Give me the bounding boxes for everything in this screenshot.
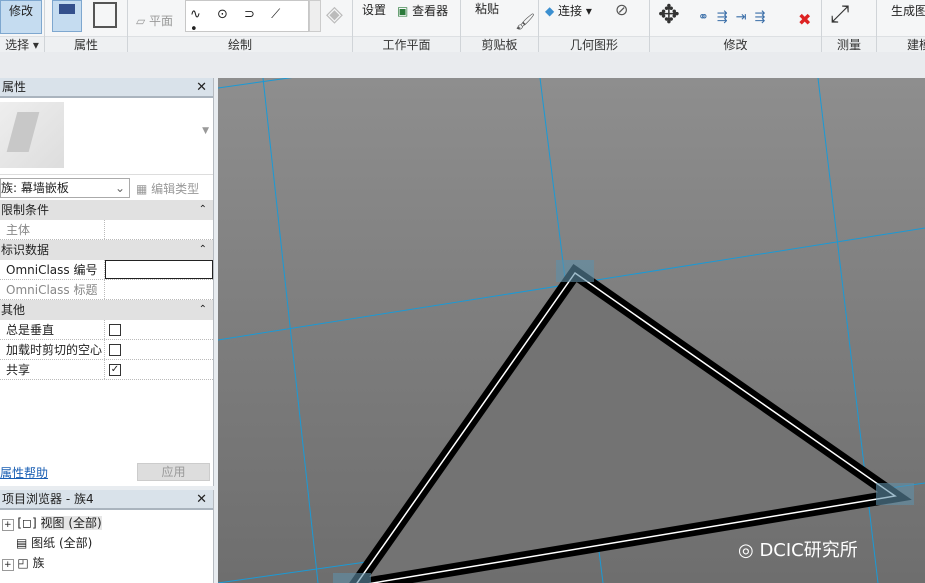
draw-gallery[interactable]: ∿ ⊙ ⊃ ⟋ • — [185, 0, 309, 37]
properties-help-link[interactable]: 属性帮助 — [0, 464, 48, 481]
group-label: 测量 — [822, 36, 876, 52]
group-label: 几何图形 — [539, 36, 649, 52]
group-draw: ▱ 平面 ∿ ⊙ ⊃ ⟋ • ◈ 绘制 — [128, 0, 353, 52]
ribbon: 修改 选择 ▾ 属性 ▱ 平面 ∿ ⊙ ⊃ ⟋ • ◈ 绘制 设置 ▣ 查看器 … — [0, 0, 925, 52]
group-label: 绘制 — [128, 36, 352, 52]
join-icon: ◆ — [545, 4, 559, 18]
watermark: ◎ DCIC研究所 — [738, 540, 858, 561]
property-row: 总是垂直 — [0, 320, 213, 340]
create-button[interactable]: 生成图 — [891, 2, 925, 19]
group-label: 属性 — [45, 36, 127, 52]
property-row: OmniClass 编号 — [0, 260, 213, 280]
property-row: 共享 ✓ — [0, 360, 213, 380]
properties-panel: 属性 ✕ ▼ 族: 幕墙嵌板 ⌄ ▦ 编辑类型 限制条件 ⌃ 主体 标识数据 ⌃ Omn… — [0, 78, 214, 486]
property-row: 主体 — [0, 220, 213, 240]
tree-item-views[interactable]: + [◻] 视图 (全部) — [2, 513, 102, 533]
set-button[interactable]: 设置 — [362, 1, 386, 18]
panel-title: 项目浏览器 - 族4 — [2, 492, 94, 506]
section-identity[interactable]: 标识数据 ⌃ — [0, 240, 213, 260]
group-workplane: 设置 ▣ 查看器 工作平面 — [353, 0, 461, 52]
move-icon[interactable]: ✥ — [658, 0, 680, 30]
section-constraints[interactable]: 限制条件 ⌃ — [0, 200, 213, 220]
expand-icon[interactable]: + — [2, 519, 14, 531]
reference-line — [262, 78, 319, 583]
cut-icon[interactable]: ⊘ — [615, 0, 628, 19]
plane-tool[interactable]: ▱ 平面 — [136, 12, 173, 29]
tree-item-families[interactable]: + ◰ 族 — [2, 553, 45, 573]
views-icon: [◻] — [17, 516, 37, 530]
property-row: OmniClass 标题 — [0, 280, 213, 300]
group-label: 剪贴板 — [461, 36, 538, 52]
group-label: 工作平面 — [353, 36, 460, 52]
edit-type-button[interactable]: ▦ 编辑类型 — [136, 180, 199, 197]
group-geometry: ◆ 连接 ▾ ⊘ 几何图形 — [539, 0, 650, 52]
collapse-icon[interactable]: ⌃ — [199, 200, 207, 220]
project-browser: 项目浏览器 - 族4 ✕ + [◻] 视图 (全部) ▤ 图纸 (全部) + ◰ … — [0, 490, 214, 583]
model-view — [218, 78, 925, 583]
wechat-icon: ◎ — [738, 540, 760, 561]
tree-item-sheets[interactable]: ▤ 图纸 (全部) — [16, 533, 92, 553]
workplane-icon[interactable]: ◈ — [326, 2, 343, 27]
type-selector[interactable]: ▼ — [0, 98, 213, 174]
tab-strip — [0, 52, 925, 78]
measure-icon[interactable]: ⤢ — [830, 0, 849, 28]
select-dropdown[interactable]: 选择 ▾ — [0, 36, 44, 52]
viewer-icon: ▣ — [397, 4, 413, 18]
type-properties-icon[interactable] — [93, 2, 117, 28]
modify-tools-icon[interactable]: ⚭⇶⇥⇶ — [698, 10, 774, 25]
expand-icon[interactable]: + — [2, 559, 14, 571]
gallery-scroll[interactable] — [309, 0, 321, 32]
chevron-down-icon[interactable]: ▼ — [202, 126, 209, 136]
modify-button[interactable]: 修改 — [0, 0, 42, 34]
sheets-icon: ▤ — [16, 536, 28, 550]
apply-button[interactable]: 应用 — [137, 463, 210, 481]
panel-title: 属性 — [2, 80, 27, 94]
group-select: 修改 选择 ▾ — [0, 0, 45, 52]
join-button[interactable]: ◆ 连接 ▾ — [545, 2, 592, 19]
drawing-canvas[interactable]: ◎ DCIC研究所 — [218, 78, 925, 583]
plane-icon: ▱ — [136, 14, 150, 28]
collapse-icon[interactable]: ⌃ — [199, 300, 207, 320]
match-properties-icon[interactable]: 🖌 — [515, 12, 535, 31]
properties-button[interactable] — [52, 0, 82, 32]
omniclass-number-input[interactable] — [105, 260, 213, 279]
group-modify: ✥ ⚭⇶⇥⇶ ✖ 修改 — [650, 0, 822, 52]
delete-icon[interactable]: ✖ — [798, 10, 811, 29]
cut-void-checkbox[interactable] — [109, 344, 121, 356]
viewer-button[interactable]: ▣ 查看器 — [397, 2, 448, 19]
family-select[interactable]: 族: 幕墙嵌板 ⌄ — [0, 178, 130, 198]
group-create: 生成图 建模 — [877, 0, 925, 52]
group-clipboard: 粘贴 🖌 剪贴板 — [461, 0, 539, 52]
collapse-icon[interactable]: ⌃ — [199, 240, 207, 260]
close-icon[interactable]: ✕ — [196, 78, 207, 97]
type-preview-image — [0, 102, 64, 168]
shared-checkbox[interactable]: ✓ — [109, 364, 121, 376]
edit-type-icon: ▦ — [136, 182, 152, 196]
close-icon[interactable]: ✕ — [196, 490, 207, 509]
paste-button[interactable]: 粘贴 — [475, 0, 499, 17]
group-label: 修改 — [650, 36, 821, 52]
group-label: 建模 — [877, 36, 925, 52]
property-row: 加载时剪切的空心 — [0, 340, 213, 360]
families-icon: ◰ — [17, 556, 29, 570]
section-other[interactable]: 其他 ⌃ — [0, 300, 213, 320]
group-properties: 属性 — [45, 0, 128, 52]
always-vertical-checkbox[interactable] — [109, 324, 121, 336]
group-measure: ⤢ 测量 — [822, 0, 877, 52]
